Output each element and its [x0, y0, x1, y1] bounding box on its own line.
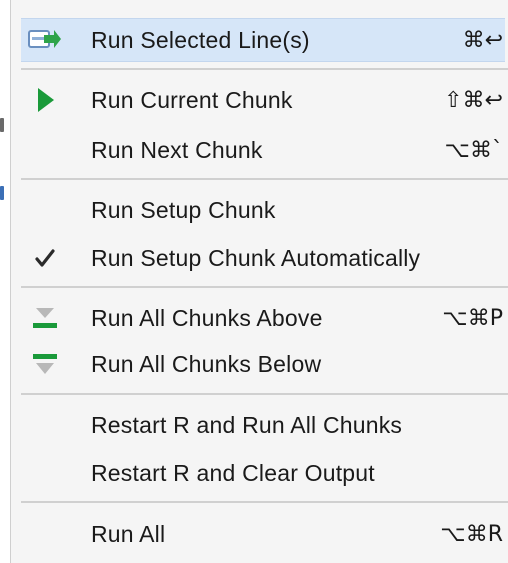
menu-item-label: Run Selected Line(s) [91, 26, 310, 53]
chunks-below-icon [21, 342, 69, 386]
play-triangle-icon [21, 78, 69, 122]
menu-item-run-next-chunk[interactable]: Run Next Chunk ⌥⌘` [21, 128, 505, 172]
menu-item-shortcut: ⌥⌘P [442, 305, 503, 331]
menu-item-restart-r-run-all-chunks[interactable]: Restart R and Run All Chunks [21, 403, 505, 447]
menu-item-run-all-chunks-above[interactable]: Run All Chunks Above ⌥⌘P [21, 296, 505, 340]
menu-item-run-selected-lines[interactable]: Run Selected Line(s) ⌘↩ [21, 18, 505, 62]
menu-separator [21, 178, 508, 180]
menu-item-label: Restart R and Clear Output [91, 459, 375, 486]
menu-item-label: Run Setup Chunk [91, 196, 276, 223]
menu-item-label: Restart R and Run All Chunks [91, 411, 403, 438]
menu-item-run-setup-chunk-automatically[interactable]: Run Setup Chunk Automatically [21, 236, 505, 280]
editor-text-fragment [0, 186, 4, 200]
menu-separator [21, 68, 508, 70]
editor-text-fragment [0, 118, 4, 132]
menu-item-label: Run All [91, 520, 166, 547]
run-line-arrow-icon [21, 18, 69, 62]
menu-item-shortcut: ⌘↩ [462, 27, 503, 53]
menu-item-label: Run Current Chunk [91, 86, 293, 113]
menu-item-run-all-chunks-below[interactable]: Run All Chunks Below [21, 342, 505, 386]
menu-separator [21, 393, 508, 395]
menu-item-label: Run All Chunks Below [91, 350, 322, 377]
menu-item-label: Run Setup Chunk Automatically [91, 244, 421, 271]
menu-separator [21, 501, 508, 503]
menu-item-run-all[interactable]: Run All ⌥⌘R [21, 512, 505, 556]
menu-separator [21, 286, 508, 288]
menu-item-label: Run All Chunks Above [91, 304, 323, 331]
menu-item-run-setup-chunk[interactable]: Run Setup Chunk [21, 188, 505, 232]
page: Run Selected Line(s) ⌘↩ Run Current Chun… [0, 0, 508, 563]
menu-item-restart-r-clear-output[interactable]: Restart R and Clear Output [21, 451, 505, 495]
checkmark-icon [21, 236, 69, 280]
background-editor-edge [0, 0, 10, 563]
chunks-above-icon [21, 296, 69, 340]
menu-item-run-current-chunk[interactable]: Run Current Chunk ⇧⌘↩ [21, 78, 505, 122]
chunk-run-menu: Run Selected Line(s) ⌘↩ Run Current Chun… [10, 0, 508, 563]
menu-item-shortcut: ⇧⌘↩ [444, 87, 503, 113]
menu-item-label: Run Next Chunk [91, 136, 263, 163]
menu-item-shortcut: ⌥⌘R [440, 521, 503, 547]
menu-item-shortcut: ⌥⌘` [444, 137, 503, 163]
